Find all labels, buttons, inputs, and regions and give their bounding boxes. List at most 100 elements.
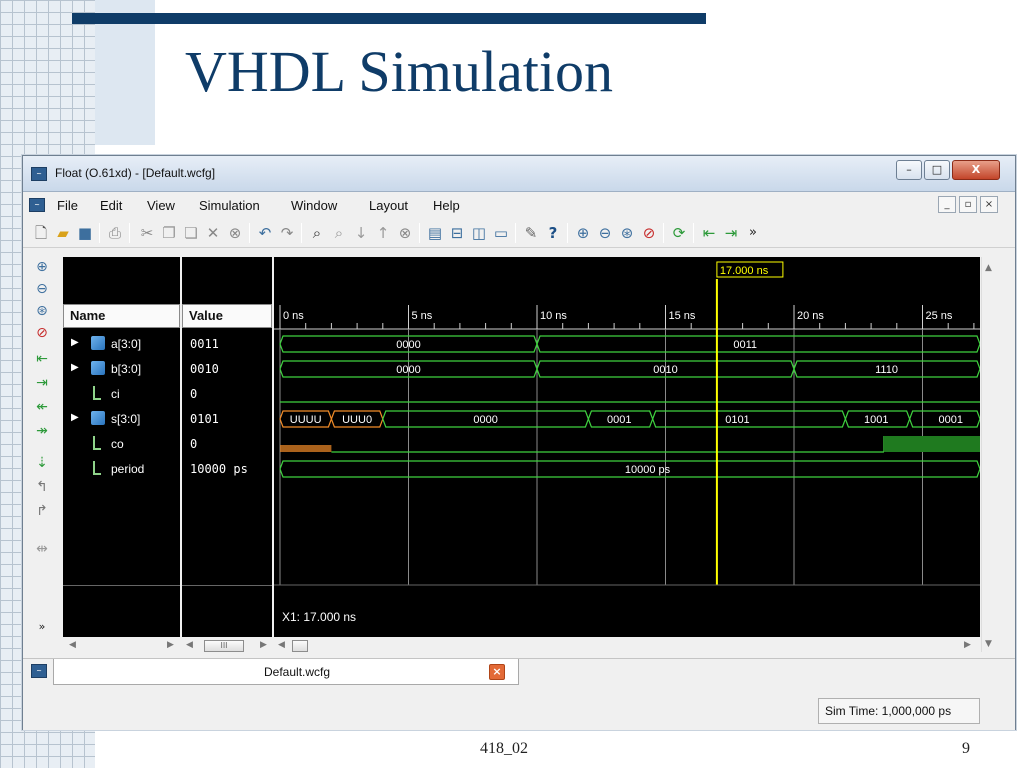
expand-arrow-icon[interactable]: ▶	[71, 362, 79, 373]
waveform-canvas[interactable]: 0 ns 5 ns 10 ns 15 ns 20 ns 25 ns 0000 0011 0000…	[274, 257, 1001, 637]
cut-icon[interactable]: ✂	[137, 223, 157, 243]
signal-row[interactable]: co	[63, 432, 180, 457]
menu-window[interactable]: Window	[291, 198, 337, 213]
signal-row[interactable]: period	[63, 457, 180, 482]
swap-cursors-icon[interactable]: ⇹	[32, 539, 52, 559]
zoom-in-icon[interactable]: ⊕	[32, 257, 52, 277]
redo-icon[interactable]: ↷	[277, 223, 297, 243]
down-icon[interactable]: ↓	[351, 223, 371, 243]
signal-row[interactable]: ▶ s[3:0]	[63, 407, 180, 432]
zoom-in-icon[interactable]: ⊕	[573, 223, 593, 243]
whats-this-icon[interactable]: ?	[543, 223, 563, 243]
waveform-vertical-scrollbar[interactable]: ▲ ▼	[981, 257, 998, 652]
mdi-close-button[interactable]: ×	[980, 196, 998, 213]
wrench-icon[interactable]: ✎	[521, 223, 541, 243]
save-icon[interactable]: ■	[75, 223, 95, 243]
paste-icon[interactable]: ❏	[181, 223, 201, 243]
go-end-icon[interactable]: ⇥	[32, 373, 52, 393]
scroll-right-icon[interactable]: ▶	[260, 640, 267, 650]
find-next-icon[interactable]: ⌕	[329, 223, 349, 243]
next-transition-icon[interactable]: ↠	[32, 421, 52, 441]
scroll-down-icon[interactable]: ▼	[985, 639, 992, 649]
zoom-fit-icon[interactable]: ⊛	[32, 301, 52, 321]
title-bar[interactable]: ~ Float (O.61xd) - [Default.wcfg] – □ X	[23, 156, 1015, 192]
open-icon[interactable]: ▰	[53, 223, 73, 243]
main-toolbar: 🗋 ▰ ■ ⎙ ✂ ❐ ❏ ✕ ⊗ ↶ ↷ ⌕ ⌕ ↓ ↑ ⊗ ▤ ⊟ ◫ ▭ …	[23, 218, 1015, 248]
value-pane-scrollbar[interactable]: ◀ III ▶	[182, 638, 272, 654]
name-pane-scrollbar[interactable]: ◀ ▶	[63, 638, 180, 654]
bus-signal-icon	[91, 411, 105, 425]
toolbar-separator	[129, 223, 130, 243]
prev-transition-icon[interactable]: ↞	[32, 397, 52, 417]
add-marker-icon[interactable]: ⇣	[32, 453, 52, 473]
bus-value-label: 10000 ps	[625, 464, 671, 476]
go-start-icon[interactable]: ⇤	[32, 349, 52, 369]
tab-close-button[interactable]: ×	[489, 664, 505, 680]
menu-simulation[interactable]: Simulation	[199, 198, 260, 213]
scroll-up-icon[interactable]: ▲	[985, 263, 992, 273]
find-icon[interactable]: ⌕	[307, 223, 327, 243]
zoom-out-icon[interactable]: ⊖	[595, 223, 615, 243]
side-toolbar-overflow-icon[interactable]: »	[32, 617, 52, 637]
waveform-icon[interactable]: ~	[29, 198, 45, 212]
signal-value: 0011	[190, 337, 219, 351]
zoom-out-icon[interactable]: ⊖	[32, 279, 52, 299]
mdi-restore-button[interactable]: ▫	[959, 196, 977, 213]
expand-arrow-icon[interactable]: ▶	[71, 337, 79, 348]
undefined-region	[280, 445, 332, 452]
marker-prev-icon[interactable]: ⇤	[699, 223, 719, 243]
name-column-header[interactable]: Name	[63, 304, 180, 328]
zoom-cursor-icon[interactable]: ⊘	[32, 323, 52, 343]
bus-value-label: 0000	[396, 339, 420, 351]
value-column-header[interactable]: Value	[182, 304, 272, 328]
scrollbar-thumb[interactable]	[292, 640, 308, 652]
waveform-pane[interactable]: 0 ns 5 ns 10 ns 15 ns 20 ns 25 ns 0000 0011 0000…	[274, 257, 1001, 637]
scroll-right-icon[interactable]: ▶	[964, 640, 971, 650]
tile-icon[interactable]: ▤	[425, 223, 445, 243]
delete-icon[interactable]: ✕	[203, 223, 223, 243]
print-icon[interactable]: ⎙	[105, 223, 125, 243]
next-marker-icon[interactable]: ↱	[32, 501, 52, 521]
minimize-button[interactable]: –	[896, 160, 922, 180]
bit-signal-icon	[93, 386, 101, 400]
signal-row[interactable]: ci	[63, 382, 180, 407]
split-h-icon[interactable]: ⊟	[447, 223, 467, 243]
menu-view[interactable]: View	[147, 198, 175, 213]
cancel-icon[interactable]: ⊗	[225, 223, 245, 243]
signal-row[interactable]: ▶ a[3:0]	[63, 332, 180, 357]
split-v-icon[interactable]: ◫	[469, 223, 489, 243]
prev-marker-icon[interactable]: ↰	[32, 477, 52, 497]
close-button[interactable]: X	[952, 160, 1000, 180]
marker-next-icon[interactable]: ⇥	[721, 223, 741, 243]
menu-edit[interactable]: Edit	[100, 198, 122, 213]
undo-icon[interactable]: ↶	[255, 223, 275, 243]
pane-divider	[182, 585, 272, 586]
scroll-right-icon[interactable]: ▶	[167, 640, 174, 650]
copy-icon[interactable]: ❐	[159, 223, 179, 243]
menu-file[interactable]: File	[57, 198, 78, 213]
menu-help[interactable]: Help	[433, 198, 460, 213]
document-tab[interactable]: Default.wcfg	[53, 659, 519, 685]
scroll-left-icon[interactable]: ◀	[278, 640, 285, 650]
ruler-tick-label: 15 ns	[669, 310, 696, 322]
maximize-button[interactable]: □	[924, 160, 950, 180]
mdi-minimize-button[interactable]: _	[938, 196, 956, 213]
zoom-cursor-icon[interactable]: ⊘	[639, 223, 659, 243]
up-icon[interactable]: ↑	[373, 223, 393, 243]
new-icon[interactable]: 🗋	[31, 223, 51, 243]
refresh-icon[interactable]: ⟳	[669, 223, 689, 243]
signal-row[interactable]: ▶ b[3:0]	[63, 357, 180, 382]
toolbar-overflow-icon[interactable]: »	[743, 223, 763, 243]
menu-bar: ~ File Edit View Simulation Window Layou…	[23, 193, 1015, 217]
scroll-left-icon[interactable]: ◀	[69, 640, 76, 650]
waveform-horizontal-scrollbar[interactable]: ◀ ▶	[274, 638, 980, 654]
menu-layout[interactable]: Layout	[369, 198, 408, 213]
cascade-icon[interactable]: ▭	[491, 223, 511, 243]
side-toolbar: ⊕ ⊖ ⊛ ⊘ ⇤ ⇥ ↞ ↠ ⇣ ↰ ↱ ⇹ »	[23, 249, 61, 639]
scroll-left-icon[interactable]: ◀	[186, 640, 193, 650]
ruler-tick-label: 0 ns	[283, 310, 304, 322]
stop-icon[interactable]: ⊗	[395, 223, 415, 243]
zoom-fit-icon[interactable]: ⊛	[617, 223, 637, 243]
expand-arrow-icon[interactable]: ▶	[71, 412, 79, 423]
scrollbar-thumb[interactable]: III	[204, 640, 244, 652]
